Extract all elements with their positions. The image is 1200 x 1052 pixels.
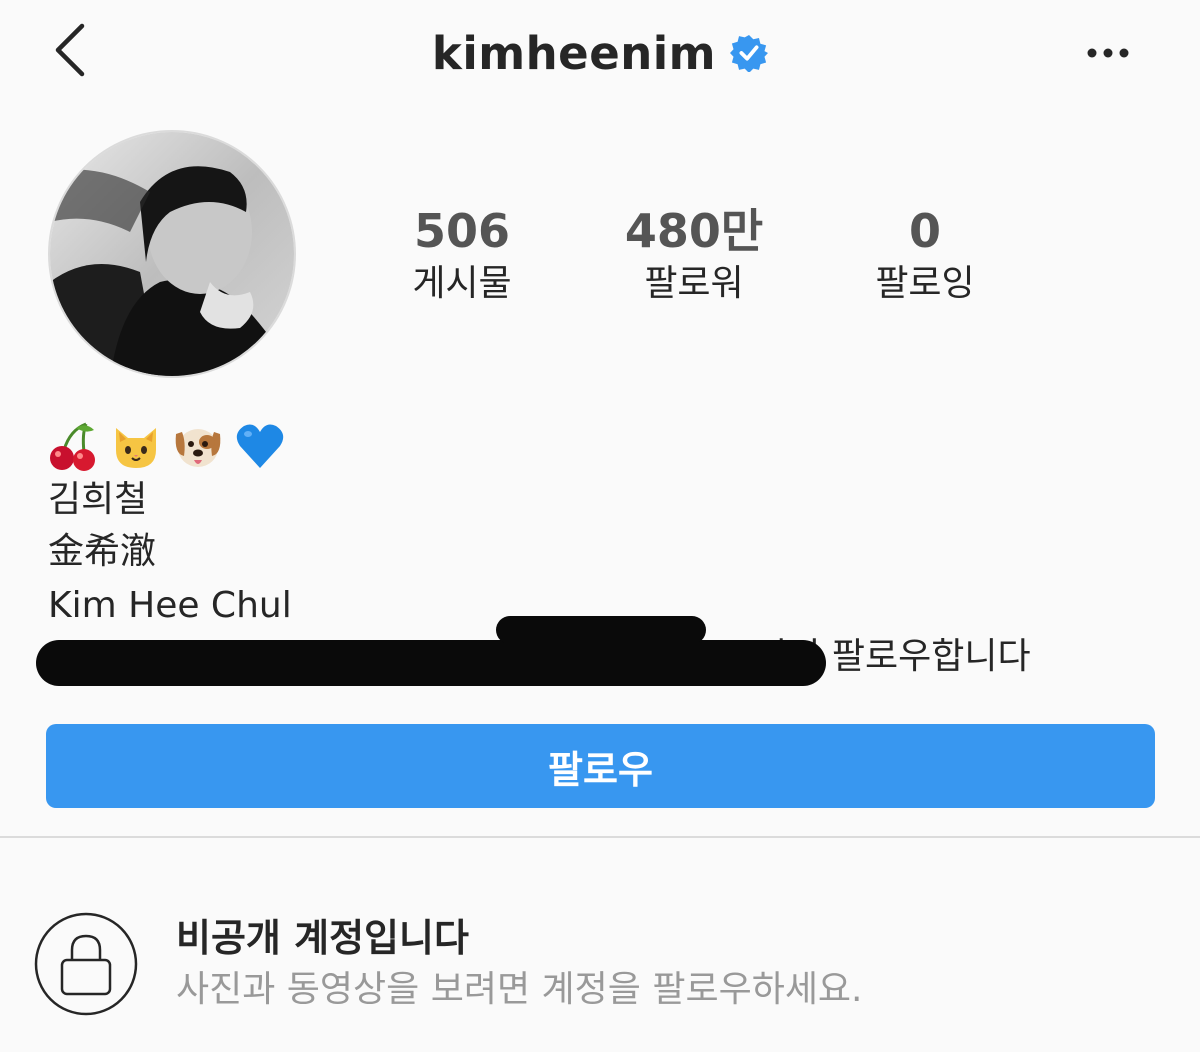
header-title: kimheenim [0,18,1200,88]
redaction-mark [36,640,826,686]
username: kimheenim [431,26,717,80]
stat-followers-label: 팔로워 [644,263,744,304]
blue-heart-icon [236,424,284,468]
dog-face-icon [175,429,221,467]
stat-followers-value: 480만 [624,204,764,258]
lock-icon [34,912,138,1016]
follow-button[interactable]: 팔로우 [46,724,1155,808]
stat-posts-value: 506 [413,204,511,258]
bio-name-english: Kim Hee Chul [48,585,292,626]
stat-following-value: 0 [908,204,941,258]
stat-following-label: 팔로잉 [875,263,975,304]
stat-followers[interactable]: 480만 팔로워 [594,200,794,306]
redaction-mark-top [496,616,706,644]
private-account-title: 비공개 계정입니다 [176,916,469,960]
profile-page: kimheenim 506 게시물 480만 팔로워 0 팔로잉 김희철 金希澈… [0,0,1200,1052]
bio-name-korean: 김희철 [48,479,148,520]
verified-badge-icon [730,34,769,72]
bio-emoji-row [48,420,286,478]
cat-face-icon [116,428,156,468]
chevron-left-icon[interactable] [48,22,92,78]
stat-posts[interactable]: 506 게시물 [362,200,562,306]
more-horizontal-icon[interactable] [1084,40,1134,66]
cherry-icon [50,422,95,471]
bio-name-hanja: 金希澈 [48,531,157,572]
private-account-subtitle: 사진과 동영상을 보려면 계정을 팔로우하세요. [176,969,863,1010]
section-divider [0,836,1200,838]
profile-avatar[interactable] [48,130,296,378]
stat-following[interactable]: 0 팔로잉 [825,200,1025,306]
stat-posts-label: 게시물 [412,263,512,304]
